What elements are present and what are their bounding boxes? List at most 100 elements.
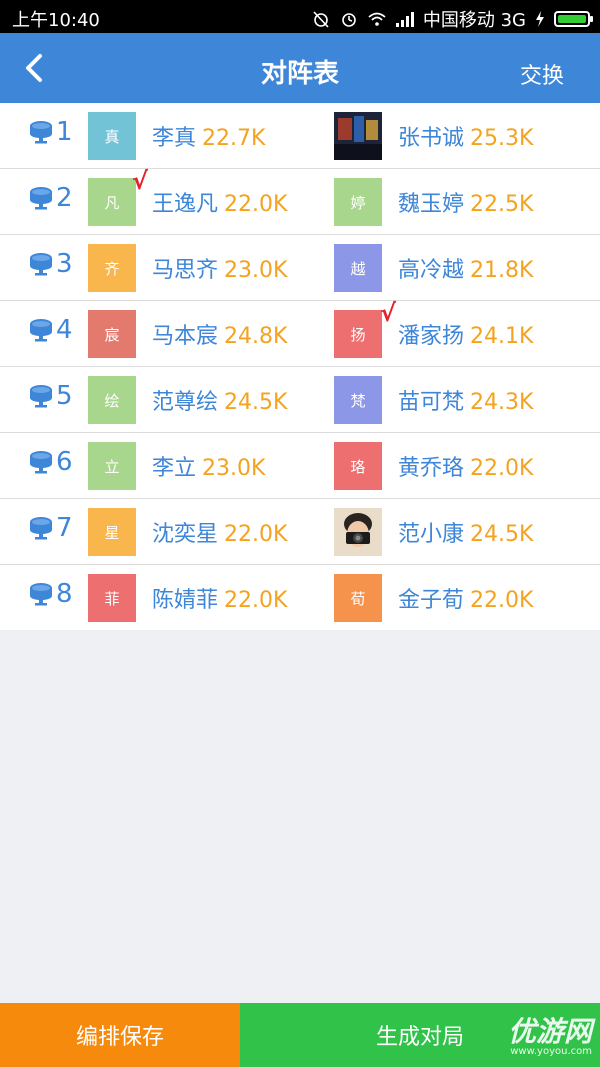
table-number: 3: [28, 249, 73, 279]
player-entry[interactable]: 范尊绘 24.5K: [152, 384, 287, 416]
player-score: 22.0K: [224, 588, 288, 613]
player-avatar[interactable]: 齐: [88, 244, 136, 292]
player-entry[interactable]: 王逸凡 22.0K: [152, 186, 287, 218]
signal-icon: [395, 12, 414, 27]
player-avatar[interactable]: 凡: [88, 178, 136, 226]
watermark-url: www.yoyou.com: [510, 1046, 592, 1057]
table-row: 5 绘 范尊绘 24.5K 梵 苗可梵 24.3K: [0, 367, 600, 433]
player-name: 潘家扬: [398, 324, 465, 349]
player-score: 22.0K: [470, 588, 534, 613]
player-score: 22.5K: [470, 192, 534, 217]
player-entry[interactable]: 高冷越 21.8K: [398, 252, 533, 284]
table-number-label: 3: [56, 249, 73, 279]
player-entry[interactable]: 范小康 24.5K: [398, 516, 533, 548]
player-avatar[interactable]: 菲: [88, 574, 136, 622]
check-mark-icon: √: [380, 299, 397, 327]
player-avatar[interactable]: 越: [334, 244, 382, 292]
table-number: 1: [28, 117, 73, 147]
player-entry[interactable]: 陈婧菲 22.0K: [152, 582, 287, 614]
avatar-initial: 凡: [104, 193, 120, 212]
player-score: 22.0K: [470, 456, 534, 481]
table-icon: [30, 187, 52, 210]
status-carrier: 中国移动 3G: [422, 10, 526, 31]
player-avatar[interactable]: 珞: [334, 442, 382, 490]
player-name: 张书诚: [398, 126, 465, 151]
player-avatar[interactable]: 立: [88, 442, 136, 490]
player-entry[interactable]: 黄乔珞 22.0K: [398, 450, 533, 482]
player-score: 22.0K: [224, 192, 288, 217]
player-score: 24.5K: [224, 390, 288, 415]
swap-button[interactable]: 交换: [520, 58, 564, 90]
table-number-label: 6: [56, 447, 73, 477]
pairing-list: 1 真李真 22.7K 张书诚 25.3K 2 凡 √ 王逸凡 22.0K 婷魏玉婷 22.5K 3 齐马…: [0, 103, 600, 630]
player-entry[interactable]: 李真 22.7K: [152, 120, 265, 152]
table-number-label: 4: [56, 315, 73, 345]
player-score: 25.3K: [470, 126, 534, 151]
table-row: 3 齐 马思齐 23.0K 越 高冷越 21.8K: [0, 235, 600, 301]
player-entry[interactable]: 金子荀 22.0K: [398, 582, 533, 614]
player-score: 21.8K: [470, 258, 534, 283]
battery-icon: [554, 11, 593, 27]
table-number: 2: [28, 183, 73, 213]
player-avatar[interactable]: 绘: [88, 376, 136, 424]
status-bar: 上午10:40 中国移动 3G: [0, 0, 600, 33]
save-arrangement-button[interactable]: 编排保存: [0, 1003, 240, 1067]
table-row: 1 真 李真 22.7K 张书诚 25.3K: [0, 103, 600, 169]
table-number: 6: [28, 447, 73, 477]
player-entry[interactable]: 马思齐 23.0K: [152, 252, 287, 284]
table-icon: [30, 121, 52, 144]
avatar-initial: 齐: [104, 259, 120, 278]
watermark-logo: 优游网 www.yoyou.com: [508, 1018, 592, 1058]
player-name: 沈奕星: [152, 522, 219, 547]
player-avatar[interactable]: 婷: [334, 178, 382, 226]
table-icon: [30, 583, 52, 606]
player-avatar[interactable]: 扬: [334, 310, 382, 358]
player-avatar[interactable]: 星: [88, 508, 136, 556]
table-number: 7: [28, 513, 73, 543]
player-name: 苗可梵: [398, 390, 465, 415]
avatar-initial: 绘: [104, 391, 120, 410]
player-avatar[interactable]: 宸: [88, 310, 136, 358]
table-row: 4 宸 马本宸 24.8K 扬 √ 潘家扬 24.1K: [0, 299, 600, 367]
player-name: 陈婧菲: [152, 588, 219, 613]
player-entry[interactable]: 马本宸 24.8K: [152, 318, 287, 350]
alarm-icon: [342, 13, 356, 27]
player-name: 金子荀: [398, 588, 465, 613]
table-number-label: 8: [56, 579, 73, 609]
nav-bar: 对阵表 交换: [0, 33, 600, 103]
table-row: 6 立 李立 23.0K 珞 黄乔珞 22.0K: [0, 433, 600, 499]
avatar-initial: 婷: [350, 193, 366, 212]
player-name: 王逸凡: [152, 192, 219, 217]
player-avatar[interactable]: 梵: [334, 376, 382, 424]
player-entry[interactable]: 张书诚 25.3K: [398, 120, 533, 152]
avatar-initial: 越: [350, 259, 366, 278]
table-icon: [30, 385, 52, 408]
table-icon: [30, 319, 52, 342]
avatar-initial: 菲: [104, 589, 120, 608]
player-avatar[interactable]: 真: [88, 112, 136, 160]
table-icon: [30, 253, 52, 276]
player-entry[interactable]: 潘家扬 24.1K: [398, 318, 533, 350]
player-score: 24.5K: [470, 522, 534, 547]
watermark-text: 优游网: [507, 1015, 592, 1048]
player-avatar[interactable]: 荀: [334, 574, 382, 622]
player-entry[interactable]: 沈奕星 22.0K: [152, 516, 287, 548]
player-entry[interactable]: 李立 23.0K: [152, 450, 265, 482]
player-entry[interactable]: 苗可梵 24.3K: [398, 384, 533, 416]
avatar-initial: 扬: [350, 325, 366, 344]
player-score: 24.3K: [470, 390, 534, 415]
table-row: 8 菲陈婧菲 22.0K 荀金子荀 22.0K: [0, 565, 600, 630]
table-row: 7 星 沈奕星 22.0K 范小康 24.5K: [0, 499, 600, 565]
table-number-label: 7: [56, 513, 73, 543]
avatar-initial: 宸: [104, 325, 120, 344]
status-time: 上午10:40: [12, 10, 100, 31]
player-score: 24.8K: [224, 324, 288, 349]
player-avatar[interactable]: [334, 508, 382, 556]
player-entry[interactable]: 魏玉婷 22.5K: [398, 186, 533, 218]
player-name: 李立: [152, 456, 197, 481]
player-name: 魏玉婷: [398, 192, 465, 217]
player-avatar[interactable]: [334, 112, 382, 160]
table-number-label: 5: [56, 381, 73, 411]
table-icon: [30, 451, 52, 474]
player-name: 马思齐: [152, 258, 219, 283]
